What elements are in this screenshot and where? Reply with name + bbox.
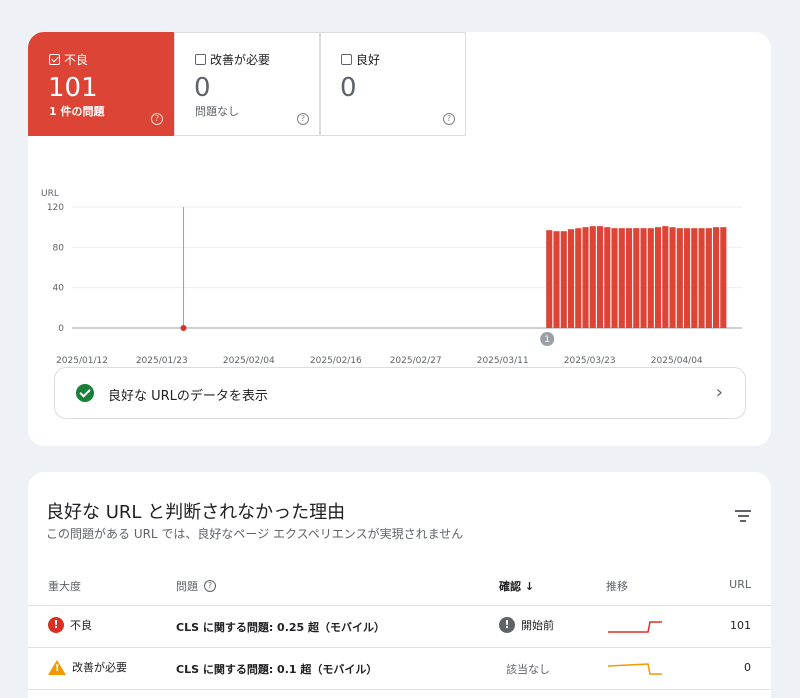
table-header: 重大度 問題? 確認 ↓ 推移 URL xyxy=(28,576,771,606)
checkbox-icon[interactable] xyxy=(49,54,60,65)
chart-bar xyxy=(654,227,662,328)
x-tick-label: 2025/03/23 xyxy=(564,356,616,366)
chart-bar xyxy=(705,228,712,328)
header-urls[interactable]: URL xyxy=(729,578,751,591)
check-circle-icon xyxy=(76,384,94,402)
row-urls: 101 xyxy=(730,619,751,632)
row-severity: 不良 xyxy=(70,619,92,632)
y-tick-label: 40 xyxy=(53,284,65,294)
url-chart: URL 0 40 80 120 1 2025/01/12 2025/01/23 2025/02/… xyxy=(41,189,742,366)
chart-bar xyxy=(662,226,669,328)
filter-icon[interactable] xyxy=(735,510,751,522)
row-issue: CLS に関する問題: 0.25 超（モバイル） xyxy=(176,621,386,634)
chart-bar xyxy=(640,228,647,328)
annotation-point xyxy=(180,325,187,331)
row-issue: CLS に関する問題: 0.1 超（モバイル） xyxy=(176,663,378,676)
warning-icon xyxy=(48,659,66,675)
checkbox-icon[interactable] xyxy=(341,54,352,65)
good-url-data-link[interactable]: 良好な URLのデータを表示 › xyxy=(54,367,746,419)
chart-bar xyxy=(698,228,705,328)
chart-bar xyxy=(575,228,582,328)
chart-bar xyxy=(560,231,567,328)
section-title: 良好な URL と判断されなかった理由 xyxy=(46,502,346,523)
chart-bar xyxy=(712,227,720,328)
tile-label: 不良 xyxy=(64,53,89,67)
row-severity: 改善が必要 xyxy=(72,661,127,674)
marker-label: 1 xyxy=(544,335,550,345)
chart-bar xyxy=(546,230,553,328)
table-row[interactable]: ! 不良 CLS に関する問題: 0.25 超（モバイル） ! 開始前 101 xyxy=(28,606,771,648)
chevron-right-icon: › xyxy=(715,382,723,403)
tile-value: 101 xyxy=(48,73,98,103)
chart-bar xyxy=(647,228,654,328)
chart-bar xyxy=(596,226,604,328)
chart-bar xyxy=(625,228,633,328)
checkbox-icon[interactable] xyxy=(195,54,206,65)
row-validation: 開始前 xyxy=(521,619,554,632)
x-tick-label: 2025/04/04 xyxy=(651,356,703,366)
chart-bar xyxy=(669,227,676,328)
status-icon: ! xyxy=(499,617,515,633)
chart-bar xyxy=(618,228,625,328)
chart-bar xyxy=(676,228,683,328)
row-validation: 該当なし xyxy=(506,663,550,676)
tile-label: 改善が必要 xyxy=(210,53,271,67)
help-icon[interactable]: ? xyxy=(443,113,455,125)
tile-poor[interactable]: 不良 101 1 件の問題 ? xyxy=(28,32,174,136)
section-subtitle: この問題がある URL では、良好なページ エクスペリエンスが実現されません xyxy=(46,527,464,541)
chart-bar xyxy=(604,227,611,328)
tile-value: 0 xyxy=(340,73,357,103)
chart-bar xyxy=(553,231,560,328)
x-tick-label: 2025/02/27 xyxy=(390,356,442,366)
x-tick-label: 2025/01/23 xyxy=(136,356,188,366)
y-tick-label: 0 xyxy=(58,324,64,334)
header-validation[interactable]: 確認 ↓ xyxy=(499,578,534,594)
header-trend: 推移 xyxy=(606,580,628,593)
table-row[interactable]: 改善が必要 CLS に関する問題: 0.1 超（モバイル） 該当なし 0 xyxy=(28,648,771,690)
chart-bar xyxy=(683,228,691,328)
error-icon: ! xyxy=(48,617,64,633)
y-axis-label: URL xyxy=(41,189,59,199)
issues-card: 良好な URL と判断されなかった理由 この問題がある URL では、良好なペー… xyxy=(28,472,771,698)
help-icon[interactable]: ? xyxy=(151,113,163,125)
chart-bar xyxy=(633,228,640,328)
tile-needs-improvement[interactable]: 改善が必要 0 問題なし ? xyxy=(174,32,320,136)
y-tick-label: 120 xyxy=(47,203,64,213)
x-tick-label: 2025/03/11 xyxy=(477,356,529,366)
tile-sub: 1 件の問題 xyxy=(49,105,105,118)
tile-label: 良好 xyxy=(356,53,381,67)
help-icon[interactable]: ? xyxy=(204,580,216,592)
help-icon[interactable]: ? xyxy=(297,113,309,125)
chart-bar xyxy=(582,227,589,328)
core-web-vitals-card: 不良 101 1 件の問題 ? 改善が必要 0 問題なし ? 良好 0 ? UR… xyxy=(28,32,771,446)
chart-bar xyxy=(720,227,727,328)
tile-value: 0 xyxy=(194,73,211,103)
good-link-label: 良好な URLのデータを表示 xyxy=(108,389,268,404)
tile-sub: 問題なし xyxy=(195,105,239,118)
chart-bar xyxy=(567,229,575,328)
trend-sparkline xyxy=(608,621,662,633)
x-tick-label: 2025/02/04 xyxy=(223,356,275,366)
tile-good[interactable]: 良好 0 ? xyxy=(320,32,466,136)
chart-bar xyxy=(691,228,698,328)
chart-bar xyxy=(611,228,618,328)
row-urls: 0 xyxy=(744,661,751,674)
y-tick-label: 80 xyxy=(53,243,65,253)
header-issue[interactable]: 問題 xyxy=(176,578,198,594)
x-tick-label: 2025/02/16 xyxy=(310,356,362,366)
header-severity[interactable]: 重大度 xyxy=(48,578,81,594)
chart-bar xyxy=(589,226,596,328)
trend-sparkline xyxy=(608,663,662,675)
x-tick-label: 2025/01/12 xyxy=(56,356,108,366)
